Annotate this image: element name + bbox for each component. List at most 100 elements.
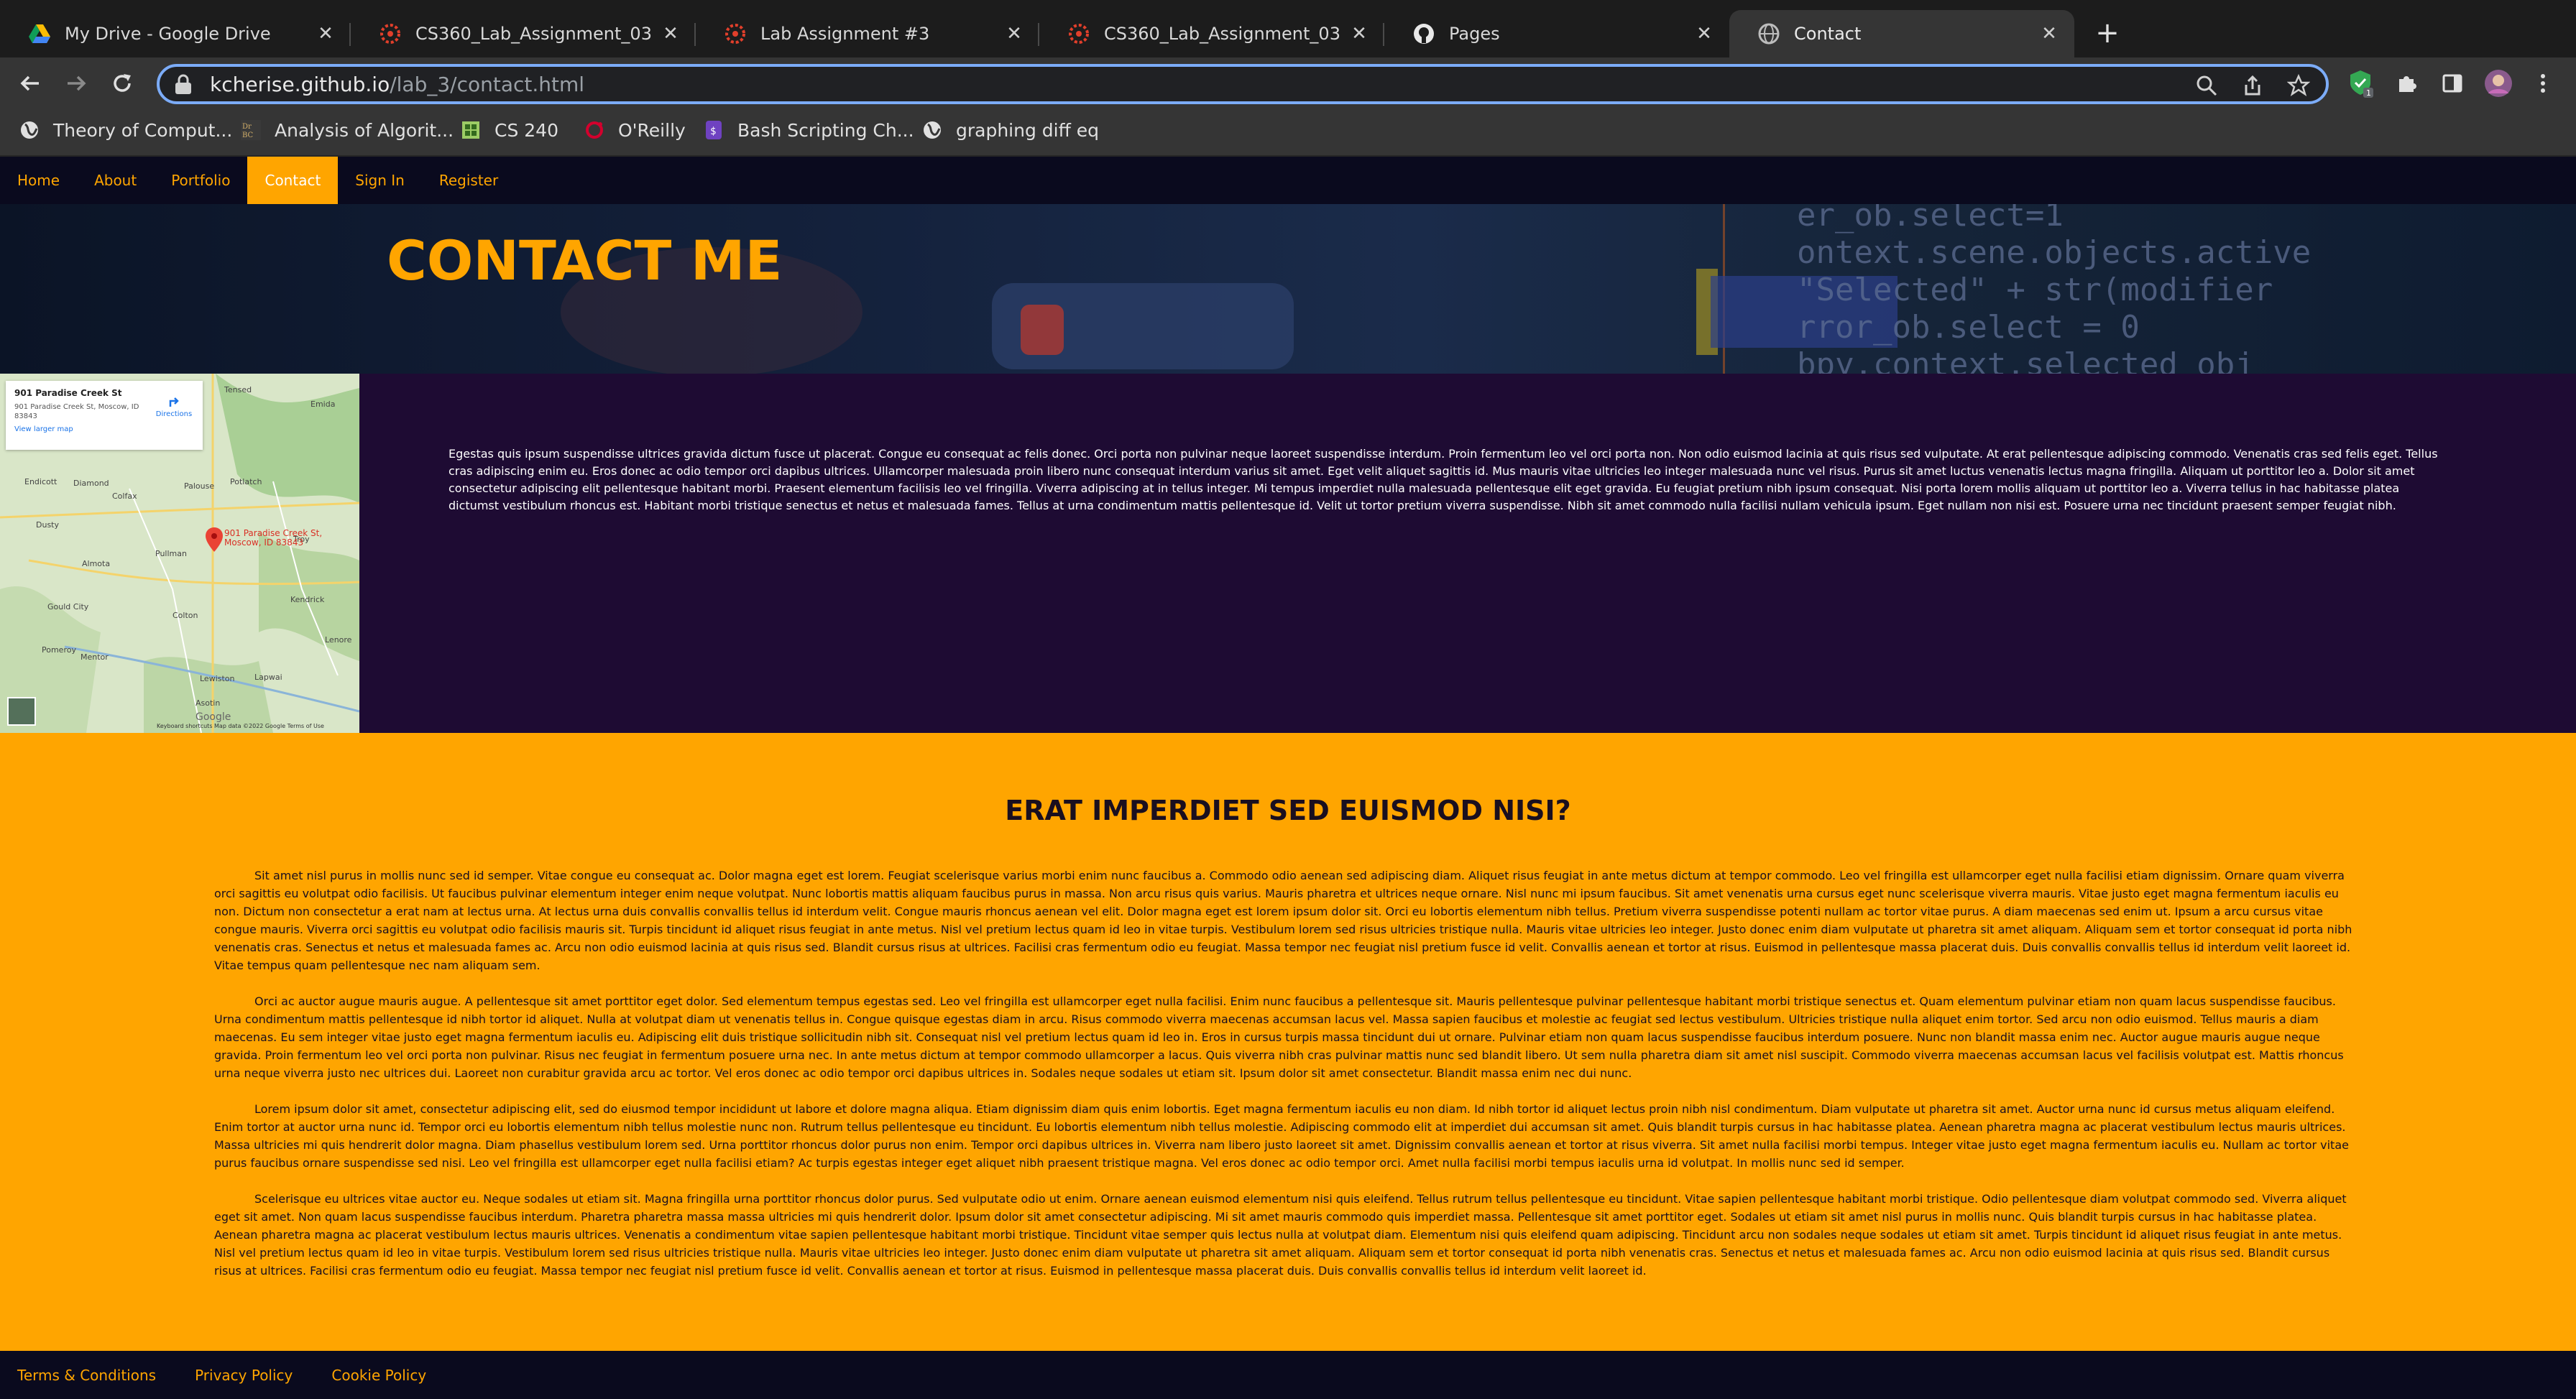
- svg-text:BC: BC: [242, 131, 254, 139]
- google-drive-icon: [29, 23, 50, 45]
- close-icon[interactable]: ✕: [1003, 23, 1025, 45]
- bookmark-cs-240[interactable]: CS 240: [460, 119, 558, 141]
- tab-title: Pages: [1449, 24, 1500, 44]
- bookmarks-bar: Theory of Comput... Dr BC Analysis of Alg…: [0, 109, 2576, 157]
- view-larger-map-link[interactable]: View larger map: [14, 425, 194, 433]
- article-body: Sit amet nisl purus in mollis nunc sed i…: [214, 867, 2360, 1298]
- tab-cs360-lab-1[interactable]: CS360_Lab_Assignment_03-1 ✕: [351, 10, 696, 57]
- bookmark-graphing-diff-eq[interactable]: graphing diff eq: [921, 119, 1099, 141]
- article-paragraph: Lorem ipsum dolor sit amet, consectetur …: [214, 1102, 2349, 1170]
- tab-contact[interactable]: Contact ✕: [1729, 10, 2074, 57]
- url-path: /lab_3/contact.html: [390, 72, 585, 96]
- map-address: 901 Paradise Creek St, Moscow, ID 83843: [14, 403, 139, 420]
- map-attribution[interactable]: Keyboard shortcuts Map data ©2022 Google…: [157, 723, 324, 729]
- tab-google-drive[interactable]: My Drive - Google Drive ✕: [0, 10, 351, 57]
- hero-code-background: er_ob.select=1 ontext.scene.objects.acti…: [1797, 204, 2312, 374]
- tab-title: CS360_Lab_Assignment_03-1: [1104, 24, 1340, 44]
- lock-icon[interactable]: [174, 73, 196, 95]
- bash-icon: $: [703, 119, 724, 141]
- bookmark-label: Bash Scripting Ch...: [737, 119, 914, 141]
- article-heading: ERAT IMPERDIET SED EUISMOD NISI?: [1005, 795, 1571, 826]
- map-pin-label: 901 Paradise Creek St, Moscow, ID 83843: [224, 528, 323, 548]
- close-icon[interactable]: ✕: [1348, 23, 1370, 45]
- search-icon[interactable]: [2194, 73, 2220, 98]
- site-nav: Home About Portfolio Contact Sign In Reg…: [0, 157, 2576, 204]
- nav-contact[interactable]: Contact: [247, 157, 339, 204]
- bookmark-bash-scripting[interactable]: $ Bash Scripting Ch...: [703, 119, 914, 141]
- nav-register[interactable]: Register: [422, 157, 515, 204]
- tab-title: Lab Assignment #3: [760, 24, 930, 44]
- bookmark-label: Theory of Comput...: [53, 119, 233, 141]
- share-icon[interactable]: [2240, 73, 2266, 98]
- forward-arrow-icon[interactable]: [60, 68, 92, 99]
- directions-icon: [169, 397, 179, 407]
- map-layers-button[interactable]: [7, 697, 36, 726]
- url-text: kcherise.github.io/lab_3/contact.html: [210, 73, 584, 96]
- directions-button[interactable]: Directions: [152, 392, 196, 418]
- footer-privacy-link[interactable]: Privacy Policy: [195, 1367, 293, 1384]
- profile-avatar[interactable]: [2483, 68, 2514, 99]
- canvas-icon: [380, 23, 401, 45]
- nav-sign-in[interactable]: Sign In: [338, 157, 422, 204]
- nav-about[interactable]: About: [77, 157, 154, 204]
- canvas-icon: [1068, 23, 1090, 45]
- more-menu-icon[interactable]: [2527, 68, 2559, 99]
- url-host: kcherise.github.io: [210, 72, 390, 96]
- footer-terms-link[interactable]: Terms & Conditions: [17, 1367, 156, 1384]
- directions-label: Directions: [155, 410, 193, 418]
- article-paragraph: Scelerisque eu ultrices vitae auctor eu.…: [214, 1192, 2347, 1278]
- github-icon: [1413, 23, 1435, 45]
- bookmark-label: CS 240: [494, 119, 558, 141]
- bookmark-label: O'Reilly: [618, 119, 686, 141]
- hero-banner: er_ob.select=1 ontext.scene.objects.acti…: [0, 204, 2576, 374]
- article-section: ERAT IMPERDIET SED EUISMOD NISI? Sit ame…: [0, 733, 2576, 1351]
- bookmark-label: graphing diff eq: [956, 119, 1100, 141]
- bookmark-theory-of-computation[interactable]: Theory of Comput...: [19, 119, 232, 141]
- globe-icon: [921, 119, 943, 141]
- puzzle-extension-icon[interactable]: [2391, 68, 2422, 99]
- back-arrow-icon[interactable]: [14, 68, 46, 99]
- bookmark-oreilly[interactable]: O'Reilly: [584, 119, 686, 141]
- embedded-map[interactable]: Tensed Emida Endicott Diamond Palouse Po…: [0, 374, 359, 733]
- contact-paragraph: Egestas quis ipsum suspendisse ultrices …: [448, 447, 2438, 512]
- article-paragraph: Sit amet nisl purus in mollis nunc sed i…: [214, 869, 2352, 972]
- close-icon[interactable]: ✕: [1693, 23, 1715, 45]
- drbc-icon: Dr BC: [240, 119, 262, 141]
- tab-title: My Drive - Google Drive: [65, 24, 271, 44]
- bookmark-analysis-of-algorithms[interactable]: Dr BC Analysis of Algorit...: [240, 119, 454, 141]
- shield-extension-icon[interactable]: 1: [2345, 68, 2376, 99]
- tab-cs360-lab-2[interactable]: CS360_Lab_Assignment_03-1 ✕: [1039, 10, 1384, 57]
- new-tab-button[interactable]: +: [2092, 17, 2123, 50]
- close-icon[interactable]: ✕: [2038, 23, 2060, 45]
- oreilly-icon: [584, 119, 605, 141]
- site-footer: Terms & Conditions Privacy Policy Cookie…: [0, 1351, 2576, 1399]
- contact-section: Tensed Emida Endicott Diamond Palouse Po…: [0, 374, 2576, 733]
- browser-toolbar: kcherise.github.io/lab_3/contact.html 1: [0, 57, 2576, 109]
- globe-icon: [1758, 23, 1780, 45]
- reload-icon[interactable]: [106, 68, 138, 99]
- nav-portfolio[interactable]: Portfolio: [154, 157, 247, 204]
- tab-pages[interactable]: Pages ✕: [1384, 10, 1729, 57]
- article-paragraph: Orci ac auctor augue mauris augue. A pel…: [214, 994, 2344, 1080]
- footer-cookie-link[interactable]: Cookie Policy: [331, 1367, 426, 1384]
- tab-title: Contact: [1794, 24, 1862, 44]
- extension-badge: 1: [2366, 88, 2371, 98]
- svg-text:$: $: [710, 126, 716, 137]
- google-logo: Google: [196, 711, 231, 723]
- canvas-icon: [724, 23, 746, 45]
- side-panel-icon[interactable]: [2437, 68, 2468, 99]
- page-title: CONTACT ME: [387, 228, 783, 292]
- browser-tab-bar: My Drive - Google Drive ✕ CS360_Lab_Assi…: [0, 0, 2576, 57]
- address-bar[interactable]: kcherise.github.io/lab_3/contact.html: [157, 64, 2329, 104]
- map-pin-icon[interactable]: [206, 527, 223, 555]
- bookmark-label: Analysis of Algorit...: [275, 119, 454, 141]
- globe-icon: [19, 119, 40, 141]
- close-icon[interactable]: ✕: [660, 23, 681, 45]
- map-info-card: 901 Paradise Creek St 901 Paradise Creek…: [6, 381, 203, 450]
- nav-home[interactable]: Home: [0, 157, 77, 204]
- svg-text:Dr: Dr: [242, 123, 252, 131]
- bookmark-star-icon[interactable]: [2286, 73, 2312, 98]
- close-icon[interactable]: ✕: [315, 23, 336, 45]
- tab-lab-assignment-3[interactable]: Lab Assignment #3 ✕: [696, 10, 1039, 57]
- tab-title: CS360_Lab_Assignment_03-1: [415, 24, 651, 44]
